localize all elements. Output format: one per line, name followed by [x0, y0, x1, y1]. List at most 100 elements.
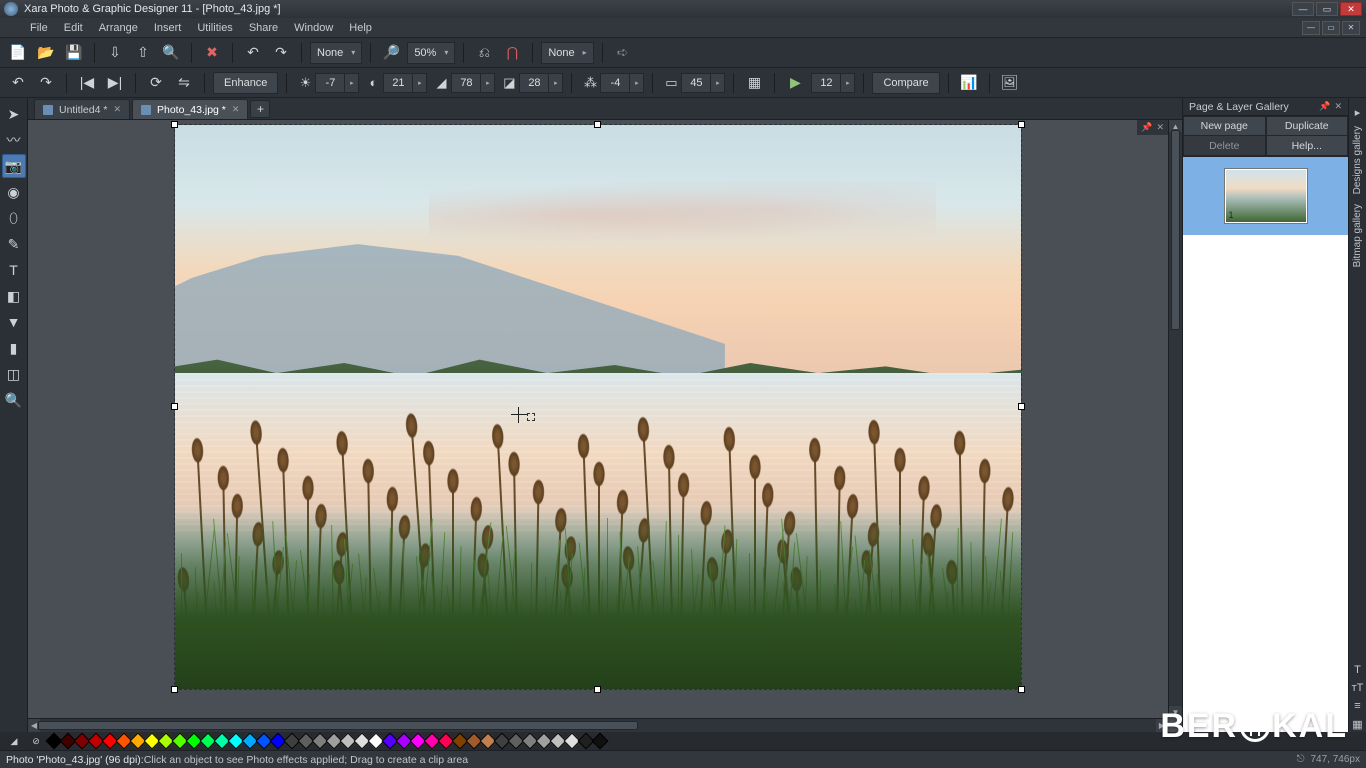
add-tab-button[interactable]: +	[250, 100, 270, 118]
menu-window[interactable]: Window	[286, 20, 341, 36]
filter-mode-select[interactable]: None▾	[310, 42, 362, 64]
transparency-tool-icon[interactable]: ▮	[2, 336, 26, 360]
horizontal-scrollbar[interactable]: ◀ ▶	[28, 718, 1168, 732]
delete-icon[interactable]: ✖	[200, 41, 224, 65]
redo-icon[interactable]: ↷	[269, 41, 293, 65]
text2-gallery-icon[interactable]: ᴛT	[1350, 680, 1366, 696]
sharpen-input[interactable]	[600, 73, 630, 93]
menu-help[interactable]: Help	[341, 20, 380, 36]
photo-selection[interactable]	[174, 124, 1022, 690]
new-page-button[interactable]: New page	[1183, 116, 1266, 136]
canvas[interactable]: 📌 ✕	[28, 120, 1182, 732]
anim-step[interactable]: ▸	[841, 73, 855, 93]
temperature-spin[interactable]: ◪ ▸	[499, 72, 563, 94]
zoom-tool-icon[interactable]: 🔎	[379, 41, 403, 65]
play-icon[interactable]: ▶	[783, 71, 807, 95]
pen-tool-icon[interactable]: ✎	[2, 232, 26, 256]
crop-step[interactable]: ▸	[711, 73, 725, 93]
brightness-step[interactable]: ▸	[345, 73, 359, 93]
menu-file[interactable]: File	[22, 20, 56, 36]
handle-top-right[interactable]	[1018, 121, 1025, 128]
fill-tool-icon[interactable]: ▼	[2, 310, 26, 334]
mdi-close-button[interactable]: ✕	[1342, 21, 1360, 35]
menu-edit[interactable]: Edit	[56, 20, 91, 36]
minimize-button[interactable]: —	[1292, 2, 1314, 16]
flip-icon[interactable]: ⇋	[172, 71, 196, 95]
mdi-minimize-button[interactable]: —	[1302, 21, 1320, 35]
save-icon[interactable]: 💾	[62, 41, 86, 65]
text-gallery-icon[interactable]: T	[1350, 662, 1366, 678]
sharpen-step[interactable]: ▸	[630, 73, 644, 93]
colorline-edit-icon[interactable]: ◢	[4, 734, 24, 748]
close-button[interactable]: ✕	[1340, 2, 1362, 16]
duplicate-button[interactable]: Duplicate	[1266, 116, 1349, 136]
enhance-button[interactable]: Enhance	[213, 72, 278, 94]
zoom2-tool-icon[interactable]: 🔍	[2, 388, 26, 412]
handle-top-left[interactable]	[171, 121, 178, 128]
contrast-input[interactable]	[383, 73, 413, 93]
photo-tool-icon[interactable]: 📷	[2, 154, 26, 178]
bitmap-gallery-tab[interactable]: Bitmap gallery	[1352, 200, 1363, 271]
vscroll-thumb[interactable]	[1171, 130, 1180, 330]
selector-tool-icon[interactable]: ➤	[2, 102, 26, 126]
temperature-step[interactable]: ▸	[549, 73, 563, 93]
magnet-icon[interactable]: ⋂	[500, 41, 524, 65]
menu-arrange[interactable]: Arrange	[91, 20, 146, 36]
preview-icon[interactable]: 🔍	[159, 41, 183, 65]
colorline-none-icon[interactable]: ⊘	[26, 734, 46, 748]
page-thumbnail-selected[interactable]: 1	[1183, 157, 1348, 235]
designs-gallery-tab[interactable]: Designs gallery	[1352, 122, 1363, 198]
blend-mode-select[interactable]: None▸	[541, 42, 593, 64]
document-tab-0[interactable]: Untitled4 * ✕	[34, 99, 130, 119]
eraser-tool-icon[interactable]: ◧	[2, 284, 26, 308]
tab-close-icon[interactable]: ✕	[113, 104, 121, 115]
snap-icon[interactable]: ⎌	[472, 41, 496, 65]
saturation-input[interactable]	[451, 73, 481, 93]
handle-bot-left[interactable]	[171, 686, 178, 693]
menu-share[interactable]: Share	[241, 20, 286, 36]
help-button[interactable]: Help...	[1266, 136, 1349, 156]
import-icon[interactable]: ⇩	[103, 41, 127, 65]
panel-header[interactable]: Page & Layer Gallery 📌✕	[1183, 98, 1348, 116]
handle-top-mid[interactable]	[594, 121, 601, 128]
undo-icon[interactable]: ↶	[241, 41, 265, 65]
pin-icon[interactable]: 📌	[1319, 101, 1330, 112]
new-icon[interactable]: 📄	[6, 41, 30, 65]
line-gallery-icon[interactable]: ≡	[1350, 698, 1366, 714]
histogram-icon[interactable]: 📊	[957, 71, 981, 95]
menu-utilities[interactable]: Utilities	[189, 20, 240, 36]
vertical-scrollbar[interactable]: ▲ ▼	[1168, 120, 1182, 718]
tab-close-icon[interactable]: ✕	[232, 104, 240, 115]
shape-tool-icon[interactable]: ⬯	[2, 206, 26, 230]
saturation-step[interactable]: ▸	[481, 73, 495, 93]
last-icon[interactable]: ▶|	[103, 71, 127, 95]
color-picker-icon[interactable]: ▦	[742, 71, 766, 95]
maximize-button[interactable]: ▭	[1316, 2, 1338, 16]
open-icon[interactable]: 📂	[34, 41, 58, 65]
menu-insert[interactable]: Insert	[146, 20, 190, 36]
temperature-input[interactable]	[519, 73, 549, 93]
clip-gallery-icon[interactable]: ▦	[1350, 716, 1366, 732]
delete-button[interactable]: Delete	[1183, 136, 1266, 156]
close-icon[interactable]: ✕	[1334, 101, 1342, 112]
anim-input[interactable]	[811, 73, 841, 93]
document-tab-1[interactable]: Photo_43.jpg * ✕	[132, 99, 248, 119]
panorama-icon[interactable]: 🖼	[998, 71, 1022, 95]
handle-bot-mid[interactable]	[594, 686, 601, 693]
compare-button[interactable]: Compare	[872, 72, 939, 94]
first-icon[interactable]: |◀	[75, 71, 99, 95]
hscroll-thumb[interactable]	[38, 721, 638, 730]
arrow-right-icon[interactable]: ➪	[611, 41, 635, 65]
crop-input[interactable]	[681, 73, 711, 93]
handle-mid-left[interactable]	[171, 403, 178, 410]
page-thumbnail-list[interactable]: 1	[1183, 156, 1348, 732]
redo2-icon[interactable]: ↷	[34, 71, 58, 95]
brightness-input[interactable]	[315, 73, 345, 93]
anim-spin[interactable]: ▸	[811, 72, 855, 94]
export-icon[interactable]: ⇧	[131, 41, 155, 65]
handle-bot-right[interactable]	[1018, 686, 1025, 693]
handle-mid-right[interactable]	[1018, 403, 1025, 410]
crop-spin[interactable]: ▭ ▸	[661, 72, 725, 94]
contrast-step[interactable]: ▸	[413, 73, 427, 93]
redeye-tool-icon[interactable]: ◉	[2, 180, 26, 204]
